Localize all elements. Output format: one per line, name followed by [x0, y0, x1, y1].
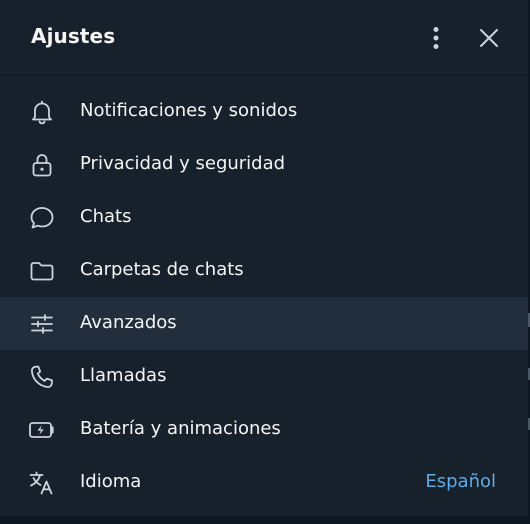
phone-icon — [28, 363, 56, 391]
folder-icon — [28, 257, 56, 285]
menu-item-avanzados[interactable]: Avanzados — [0, 297, 528, 350]
more-vertical-icon — [432, 26, 440, 50]
more-options-button[interactable] — [418, 20, 454, 56]
menu-item-label: Batería y animaciones — [80, 418, 281, 439]
menu-item-privacidad[interactable]: Privacidad y seguridad — [0, 138, 528, 191]
menu-item-idioma[interactable]: Idioma Español — [0, 456, 528, 509]
menu-item-label: Chats — [80, 206, 132, 227]
menu-item-carpetas[interactable]: Carpetas de chats — [0, 244, 528, 297]
menu-item-label: Llamadas — [80, 365, 167, 386]
page-title: Ajustes — [31, 24, 116, 48]
sliders-icon — [28, 310, 56, 338]
chat-bubble-icon — [28, 204, 56, 232]
menu-item-notificaciones[interactable]: Notificaciones y sonidos — [0, 85, 528, 138]
menu-item-bateria[interactable]: Batería y animaciones — [0, 403, 528, 456]
settings-panel: Ajustes Notificaciones y sonidos Privaci… — [0, 0, 530, 516]
settings-menu: Notificaciones y sonidos Privacidad y se… — [0, 85, 528, 509]
lock-icon — [28, 151, 56, 179]
menu-item-llamadas[interactable]: Llamadas — [0, 350, 528, 403]
menu-item-chats[interactable]: Chats — [0, 191, 528, 244]
close-icon — [479, 28, 499, 48]
menu-item-label: Privacidad y seguridad — [80, 153, 286, 174]
bell-icon — [28, 98, 56, 126]
menu-item-label: Notificaciones y sonidos — [80, 100, 298, 121]
menu-item-label: Avanzados — [80, 312, 177, 333]
translate-icon — [28, 469, 56, 497]
battery-icon — [28, 416, 56, 444]
close-button[interactable] — [471, 20, 507, 56]
language-value: Español — [425, 471, 496, 492]
settings-header: Ajustes — [0, 0, 528, 76]
menu-item-label: Carpetas de chats — [80, 259, 244, 280]
menu-item-label: Idioma — [80, 471, 142, 492]
bottom-divider — [0, 516, 530, 524]
